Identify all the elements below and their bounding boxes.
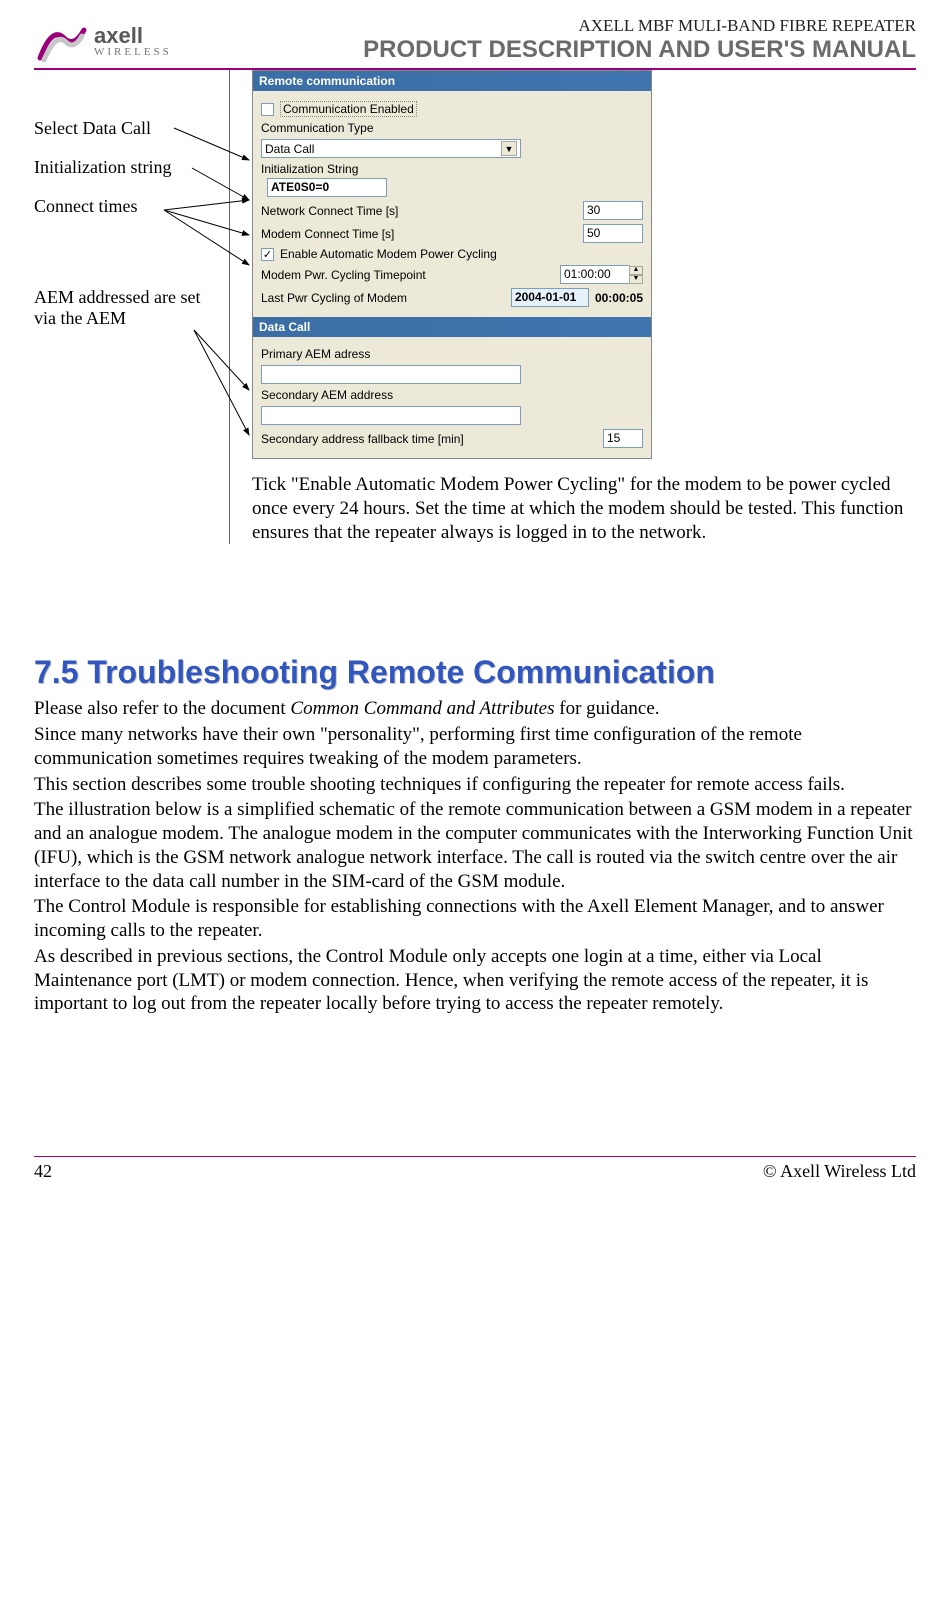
para-4: The illustration below is a simplified s… [34, 798, 916, 893]
remote-comm-header: Remote communication [253, 71, 651, 91]
para-6: As described in previous sections, the C… [34, 945, 916, 1016]
para-3: This section describes some trouble shoo… [34, 773, 916, 797]
comm-type-label: Communication Type [261, 121, 643, 135]
para-1: Please also refer to the document Common… [34, 697, 916, 721]
modem-connect-input[interactable]: 50 [583, 224, 643, 243]
init-string-input[interactable]: ATE0S0=0 [267, 178, 387, 197]
tick-paragraph: Tick "Enable Automatic Modem Power Cycli… [252, 473, 916, 544]
last-cycle-date: 2004-01-01 [511, 288, 589, 307]
cycle-time-spinner[interactable]: 01:00:00 ▲ ▼ [560, 265, 643, 284]
last-cycle-label: Last Pwr Cycling of Modem [261, 291, 505, 305]
fallback-label: Secondary address fallback time [min] [261, 432, 597, 446]
header-small-title: AXELL MBF MULI-BAND FIBRE REPEATER [363, 16, 916, 36]
header-big-title: PRODUCT DESCRIPTION AND USER'S MANUAL [363, 36, 916, 64]
callout-select-data-call: Select Data Call [34, 118, 229, 139]
copyright: © Axell Wireless Ltd [763, 1161, 916, 1182]
spinner-up-icon[interactable]: ▲ [629, 266, 643, 275]
primary-aem-input[interactable] [261, 365, 521, 384]
logo: axell WIRELESS [34, 20, 172, 64]
init-string-label: Initialization String [261, 162, 643, 176]
net-connect-label: Network Connect Time [s] [261, 204, 577, 218]
callout-column: Select Data Call Initialization string C… [34, 70, 229, 544]
enable-cycle-label: Enable Automatic Modem Power Cycling [280, 247, 497, 261]
data-call-header: Data Call [253, 317, 651, 337]
primary-aem-label: Primary AEM adress [261, 347, 643, 361]
last-cycle-time: 00:00:05 [595, 291, 643, 305]
comm-type-combo[interactable]: Data Call ▼ [261, 139, 521, 158]
logo-subtext: WIRELESS [94, 46, 172, 58]
para-5: The Control Module is responsible for es… [34, 895, 916, 943]
enable-cycle-checkbox[interactable]: ✓ [261, 248, 274, 261]
cycle-time-label: Modem Pwr. Cycling Timepoint [261, 268, 554, 282]
axell-logo-icon [34, 20, 88, 64]
secondary-aem-label: Secondary AEM address [261, 388, 643, 402]
fallback-input[interactable]: 15 [603, 429, 643, 448]
para-2: Since many networks have their own "pers… [34, 723, 916, 771]
comm-enabled-checkbox[interactable] [261, 103, 274, 116]
comm-enabled-label: Communication Enabled [280, 101, 417, 117]
comm-type-value: Data Call [265, 142, 314, 156]
callout-divider [229, 70, 230, 544]
remote-comm-panel: Remote communication Communication Enabl… [252, 70, 652, 459]
callout-connect-times: Connect times [34, 196, 229, 217]
callout-init-string: Initialization string [34, 157, 229, 178]
page-number: 42 [34, 1161, 52, 1182]
secondary-aem-input[interactable] [261, 406, 521, 425]
net-connect-input[interactable]: 30 [583, 201, 643, 220]
page-footer: 42 © Axell Wireless Ltd [34, 1156, 916, 1182]
callout-aem: AEM addressed are set via the AEM [34, 287, 214, 329]
section-heading: 7.5 Troubleshooting Remote Communication [34, 654, 916, 691]
logo-name: axell [94, 26, 172, 46]
modem-connect-label: Modem Connect Time [s] [261, 227, 577, 241]
spinner-down-icon[interactable]: ▼ [629, 275, 643, 284]
page-header: axell WIRELESS AXELL MBF MULI-BAND FIBRE… [34, 16, 916, 70]
chevron-down-icon[interactable]: ▼ [501, 141, 517, 156]
body-text: Please also refer to the document Common… [34, 697, 916, 1016]
